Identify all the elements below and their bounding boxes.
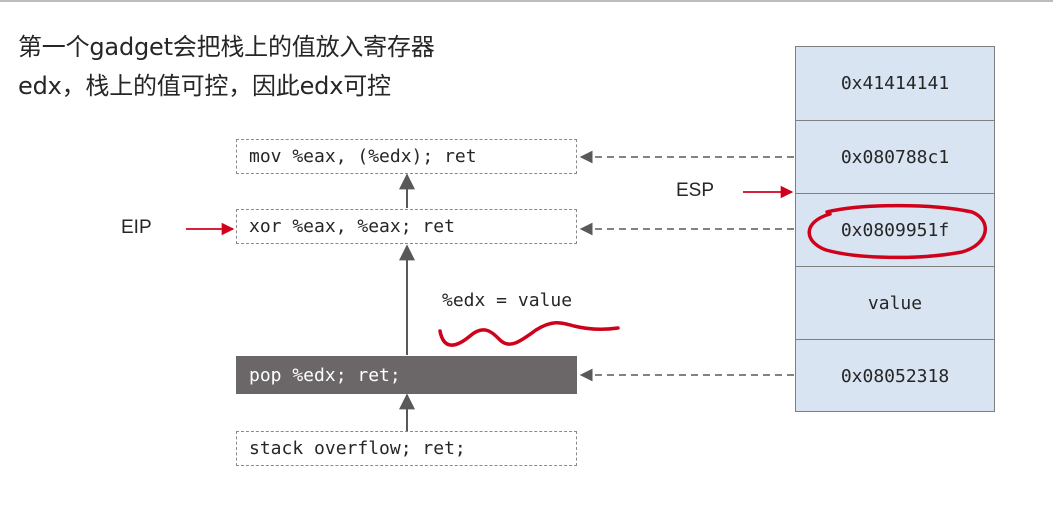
annotation-layer [438,203,988,347]
handwritten-circle [807,203,988,260]
handwritten-squiggle [438,321,620,347]
